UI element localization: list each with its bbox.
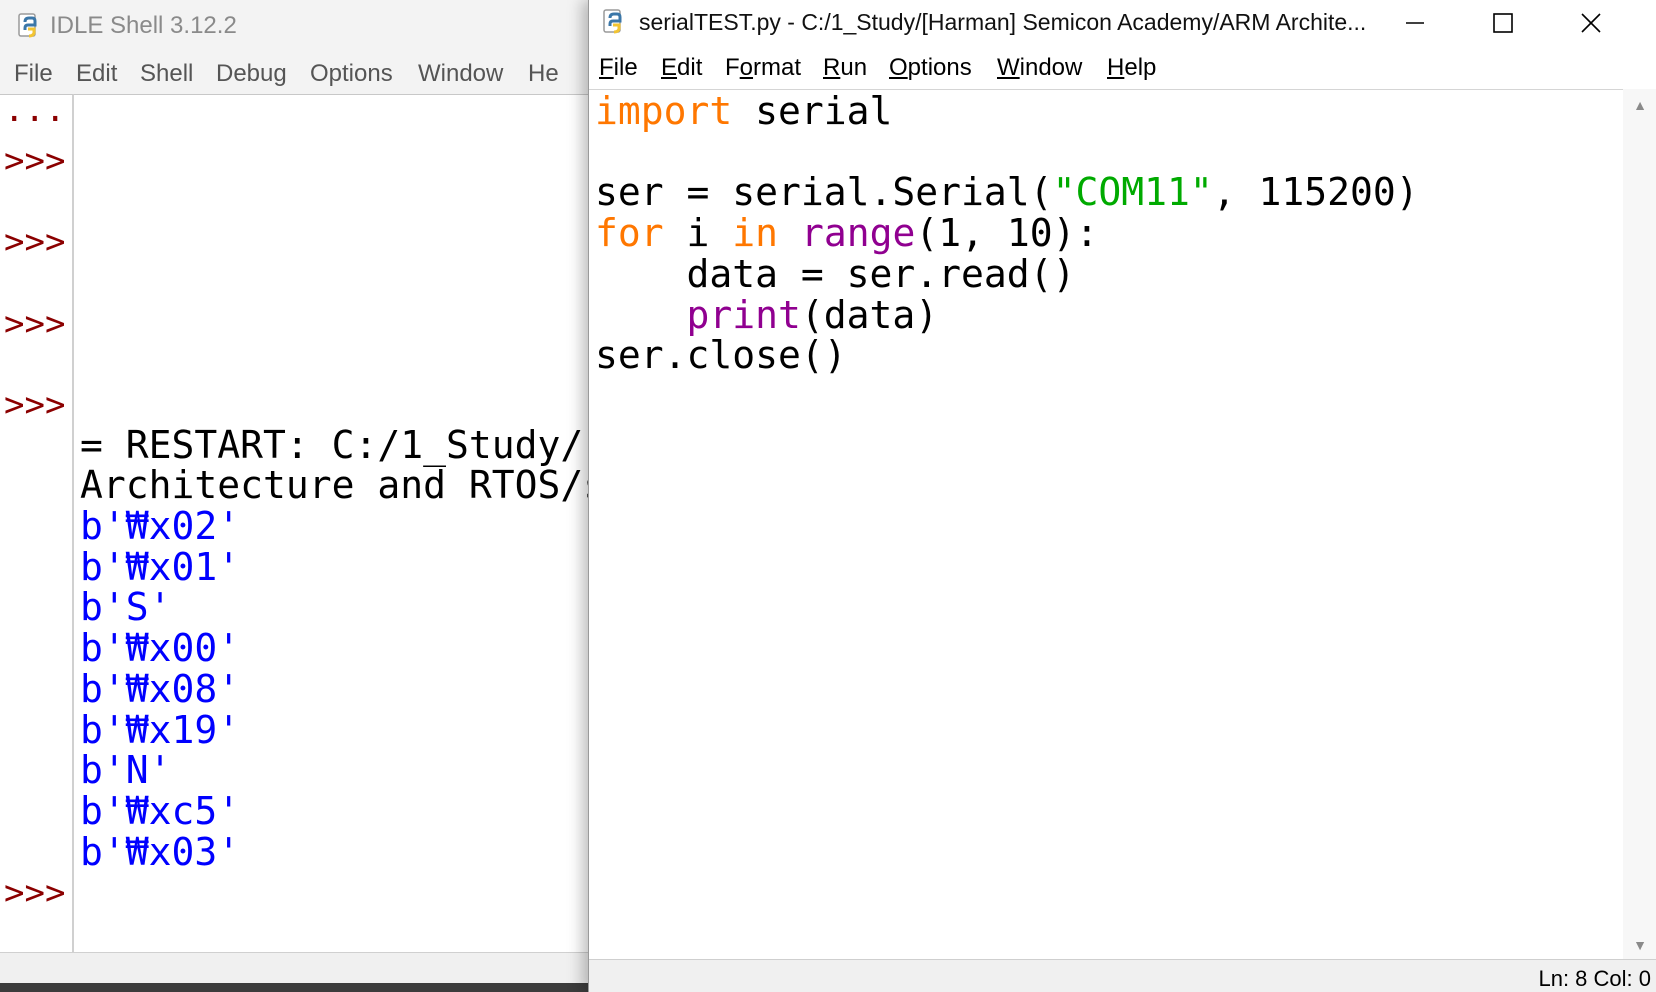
output-line: b'₩x01'	[80, 544, 241, 589]
minimize-icon	[1406, 22, 1424, 24]
output-line: b'₩x02'	[80, 504, 241, 548]
menu-debug[interactable]: Debug	[216, 60, 287, 88]
idle-shell-window: IDLE Shell 3.12.2 File Edit Shell Debug Opti…	[0, 0, 600, 992]
menu-format[interactable]: Format	[725, 54, 801, 82]
python-icon	[601, 8, 629, 41]
menu-edit[interactable]: Edit	[76, 60, 117, 88]
editor-titlebar[interactable]: serialTEST.py - C:/1_Study/[Harman] Semi…	[589, 0, 1656, 46]
token: i	[663, 211, 733, 256]
output-line: b'₩xc5'	[80, 788, 241, 833]
code-line: import serial	[595, 90, 892, 133]
token: serial	[732, 89, 893, 133]
shell-titlebar[interactable]: IDLE Shell 3.12.2	[0, 0, 600, 54]
code-line: data = ser.read()	[595, 251, 1076, 296]
restart-line: Architecture and RTOS/s	[80, 463, 600, 508]
menu-run[interactable]: Run	[823, 54, 867, 82]
token-builtin: print	[686, 292, 801, 337]
editor-menubar: File Edit Format Run Options Window Help	[589, 48, 1656, 88]
window-title: IDLE Shell 3.12.2	[50, 12, 237, 39]
shell-bottom-bar	[0, 952, 600, 992]
token-keyword: for	[595, 211, 664, 256]
menu-shell[interactable]: Shell	[140, 60, 193, 88]
minimize-button[interactable]	[1371, 0, 1459, 46]
output-line: b'S'	[80, 585, 172, 630]
token: ser = serial.Serial(	[595, 170, 1053, 215]
menu-file[interactable]: File	[599, 54, 638, 82]
code-line: ser = serial.Serial("COM11", 115200)	[595, 171, 1419, 214]
token: ser.close()	[595, 333, 847, 378]
code-line: for i in range(1, 10):	[595, 212, 1098, 255]
menu-window[interactable]: Window	[418, 60, 503, 88]
menu-help[interactable]: Help	[1107, 54, 1156, 82]
vertical-scrollbar[interactable]: ▲ ▼	[1623, 89, 1656, 959]
close-button[interactable]	[1547, 0, 1635, 46]
code-editor[interactable]: import serial ser = serial.Serial("COM11"…	[589, 89, 1623, 959]
close-icon	[1581, 13, 1601, 33]
continuation-prompt: ...	[4, 90, 66, 130]
menu-he[interactable]: He	[528, 60, 559, 88]
scroll-up-icon[interactable]: ▲	[1623, 97, 1656, 113]
shell-prompt: >>>	[4, 222, 66, 263]
output-line: b'₩x19'	[80, 707, 241, 752]
token: , 115200)	[1212, 170, 1419, 215]
menu-file[interactable]: File	[14, 60, 53, 88]
editor-window: serialTEST.py - C:/1_Study/[Harman] Semi…	[588, 0, 1656, 992]
prompt-gutter: ... >>> >>> >>> >>> >>>	[0, 90, 74, 952]
token: (data)	[800, 292, 939, 337]
maximize-button[interactable]	[1459, 0, 1547, 46]
shell-prompt: >>>	[4, 140, 66, 181]
python-icon	[16, 12, 44, 45]
output-line: b'₩x00'	[80, 626, 241, 671]
maximize-icon	[1493, 13, 1513, 33]
token: (1, 10):	[915, 211, 1099, 256]
restart-line: = RESTART: C:/1_Study/[	[80, 422, 600, 467]
output-line: b'₩x03'	[80, 829, 241, 874]
output-line: b'N'	[80, 748, 172, 793]
token-keyword: in	[732, 211, 779, 256]
token-builtin: range	[800, 211, 916, 256]
token: data = ser.read()	[595, 251, 1076, 296]
shell-menubar: File Edit Shell Debug Options Window He	[0, 54, 600, 94]
cursor-position: Ln: 8 Col: 0	[1538, 966, 1651, 991]
shell-prompt: >>>	[4, 303, 66, 344]
output-line: b'₩x08'	[80, 666, 241, 711]
menu-window[interactable]: Window	[997, 54, 1082, 82]
menu-options[interactable]: Options	[889, 54, 972, 82]
window-title: serialTEST.py - C:/1_Study/[Harman] Semi…	[639, 9, 1367, 35]
status-bar: Ln: 8 Col: 0	[589, 959, 1656, 992]
menu-options[interactable]: Options	[310, 60, 393, 88]
code-line: ser.close()	[595, 334, 847, 377]
shell-prompt: >>>	[4, 873, 66, 914]
shell-output-area[interactable]: = RESTART: C:/1_Study/[Architecture and …	[74, 94, 600, 952]
horizontal-scrollbar[interactable]	[0, 983, 600, 992]
token-keyword: import	[595, 89, 733, 133]
scroll-down-icon[interactable]: ▼	[1623, 937, 1656, 953]
menu-edit[interactable]: Edit	[661, 54, 702, 82]
code-line: print(data)	[595, 292, 939, 337]
token-string: "COM11"	[1052, 170, 1213, 215]
shell-prompt: >>>	[4, 384, 66, 425]
